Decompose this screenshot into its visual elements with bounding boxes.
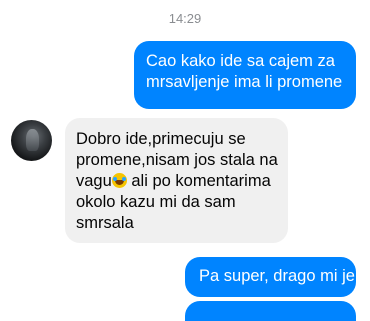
message-line-end: ali po komentarima (126, 172, 271, 190)
message-timestamp: 14:29 (168, 11, 202, 26)
message-line-start: vagu (76, 172, 112, 190)
message-line: Dobro ide,primecuju se (76, 130, 246, 148)
message-line: Pa super, drago mi je (199, 267, 355, 285)
message-line: promene,nisam jos stala na (76, 151, 278, 169)
message-line: mrsavljenje ima li promene (146, 73, 343, 91)
message-line: okolo kazu mi da sam (76, 193, 236, 211)
message-line: smrsala (76, 214, 134, 232)
incoming-message-bubble[interactable]: Dobro ide,primecuju se promene,nisam jos… (65, 118, 288, 243)
message-line: vagu ali po komentarima (76, 171, 278, 192)
outgoing-message-bubble-partial[interactable] (185, 301, 356, 321)
outgoing-message-bubble[interactable]: Pa super, drago mi je (185, 257, 356, 297)
contact-avatar[interactable] (11, 120, 52, 161)
face-with-tears-of-joy-icon (111, 173, 127, 188)
message-line: Cao kako ide sa cajem za (146, 52, 335, 70)
avatar-figure (26, 129, 39, 151)
outgoing-message-bubble[interactable]: Cao kako ide sa cajem za mrsavljenje ima… (134, 41, 356, 109)
